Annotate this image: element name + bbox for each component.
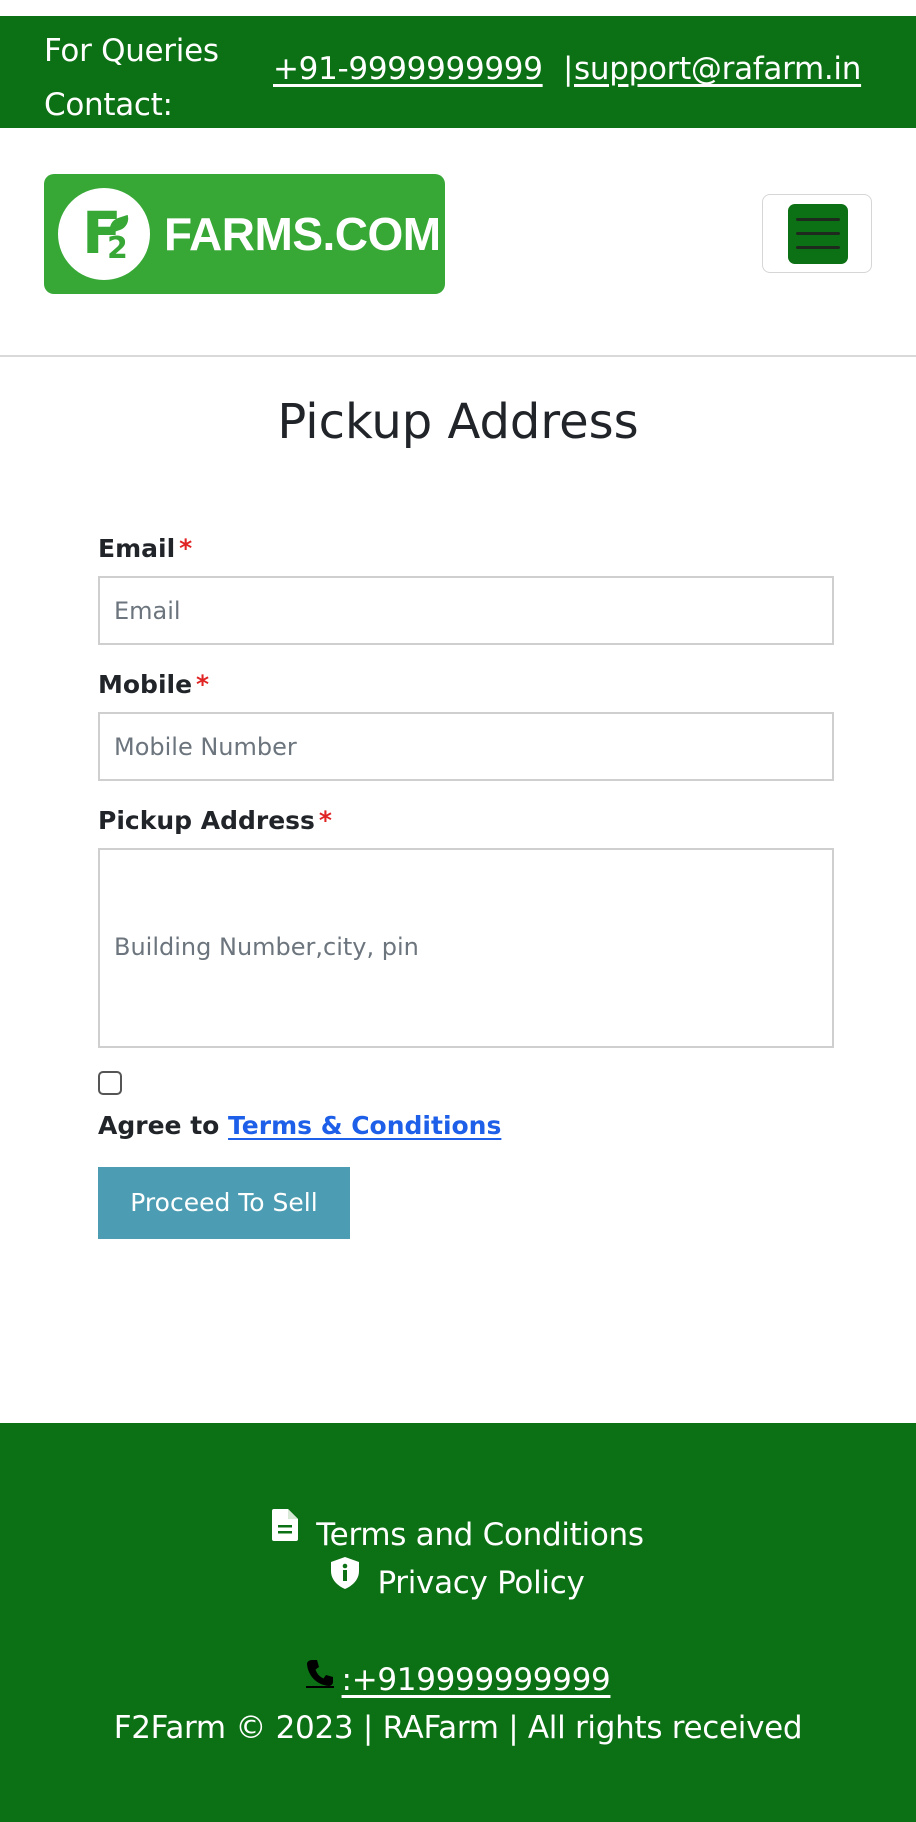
footer-terms-link[interactable]: Terms and Conditions <box>316 1517 644 1553</box>
site-footer: Terms and Conditions Privacy Policy :+91… <box>0 1423 916 1822</box>
contact-phone-link[interactable]: +91-9999999999 <box>273 49 543 89</box>
terms-link[interactable]: Terms & Conditions <box>228 1111 501 1140</box>
mobile-label-text: Mobile <box>98 670 193 699</box>
top-contact-bar: For Queries Contact: +91-9999999999 | su… <box>0 16 916 128</box>
footer-phone-row[interactable]: :+919999999999 <box>0 1658 916 1704</box>
contact-email-link[interactable]: support@rafarm.in <box>574 49 861 89</box>
hamburger-icon <box>788 204 848 264</box>
required-mark: * <box>179 534 193 563</box>
proceed-to-sell-button[interactable]: Proceed To Sell <box>98 1167 350 1239</box>
required-mark: * <box>196 670 210 699</box>
agree-checkbox[interactable] <box>98 1071 122 1095</box>
pickup-address-field[interactable] <box>98 848 834 1048</box>
required-mark: * <box>318 806 332 835</box>
address-label: Pickup Address * <box>98 804 332 838</box>
logo-emblem: F 2 <box>58 188 150 280</box>
agree-prefix: Agree to <box>98 1111 220 1140</box>
footer-privacy-row[interactable]: Privacy Policy <box>0 1556 916 1607</box>
footer-copyright: F2Farm © 2023 | RAFarm | All rights rece… <box>113 1710 803 1746</box>
logo-mark-sub: 2 <box>107 231 128 266</box>
agree-terms-label: Agree to Terms & Conditions <box>98 1109 501 1143</box>
mobile-label: Mobile * <box>98 668 209 702</box>
email-label-text: Email <box>98 534 176 563</box>
site-logo[interactable]: F 2 FARMS.COM <box>44 174 445 294</box>
footer-phone-link[interactable]: :+919999999999 <box>342 1662 611 1698</box>
address-label-text: Pickup Address <box>98 806 315 835</box>
phone-icon <box>305 1656 334 1700</box>
contact-label: For Queries Contact: <box>44 33 219 123</box>
email-field[interactable] <box>98 576 834 645</box>
footer-terms-row[interactable]: Terms and Conditions <box>0 1508 916 1559</box>
document-icon <box>272 1508 299 1553</box>
menu-toggle-button[interactable] <box>762 194 872 273</box>
logo-text: FARMS.COM <box>164 208 441 260</box>
contact-separator: | <box>563 51 574 87</box>
email-label: Email * <box>98 532 192 566</box>
mobile-field[interactable] <box>98 712 834 781</box>
shield-info-icon <box>331 1556 360 1601</box>
header-divider <box>0 355 916 357</box>
page-title: Pickup Address <box>277 394 639 450</box>
footer-privacy-link[interactable]: Privacy Policy <box>377 1565 584 1601</box>
